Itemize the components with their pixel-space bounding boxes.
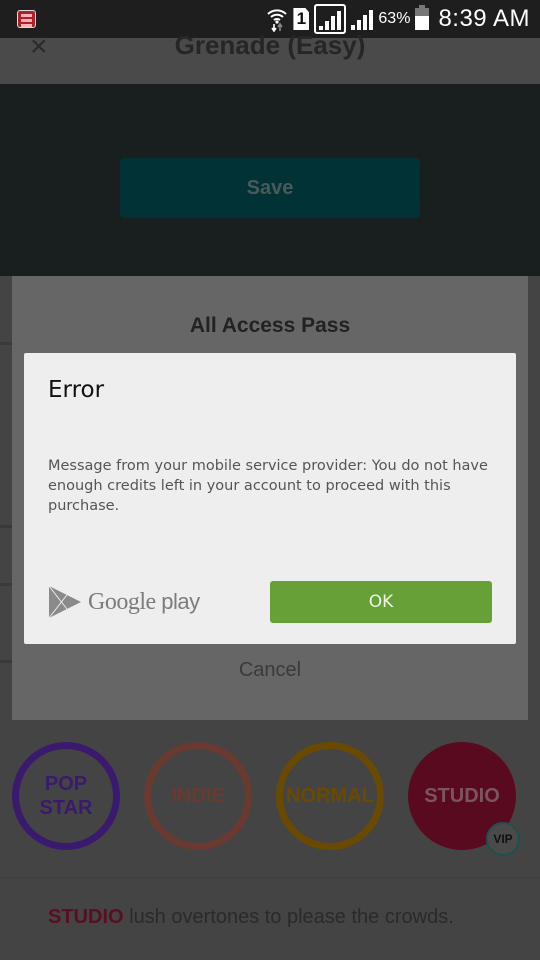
google-play-triangle-icon — [48, 585, 81, 619]
description-highlight: STUDIO — [48, 906, 124, 928]
dialog-message: Message from your mobile service provide… — [48, 458, 488, 514]
divider — [0, 583, 12, 586]
preset-label: POP — [44, 773, 88, 795]
wifi-icon — [267, 9, 288, 32]
preset-label: INDIE — [171, 785, 225, 807]
sim-1-icon: 1 — [293, 8, 310, 30]
clock: 8:39 AM — [438, 5, 530, 32]
brand-google: Google — [88, 588, 156, 615]
error-dialog: Error Message from your mobile service p… — [24, 353, 516, 644]
ok-button[interactable]: OK — [270, 581, 492, 623]
cancel-button[interactable]: Cancel — [12, 659, 528, 682]
notification-app-icon — [17, 10, 36, 28]
preset-label: STAR — [39, 797, 93, 819]
preset-description: STUDIO lush overtones to please the crow… — [48, 906, 454, 929]
divider — [0, 342, 12, 345]
signal-sim2-icon — [351, 8, 374, 30]
preset-selector: POP STAR INDIE NORMAL STUDIO — [0, 742, 540, 852]
preset-normal[interactable]: NORMAL — [276, 742, 384, 850]
save-button[interactable]: Save — [120, 158, 420, 218]
brand-play: play — [155, 588, 200, 614]
google-play-logo: Google play — [48, 585, 200, 619]
vip-badge: VIP — [486, 822, 520, 856]
dialog-title: Error — [48, 377, 105, 403]
divider — [0, 877, 540, 879]
preset-label: STUDIO — [424, 785, 500, 807]
description-text: lush overtones to please the crowds. — [123, 906, 454, 928]
preset-pop-star[interactable]: POP STAR — [12, 742, 120, 850]
battery-percent: 63% — [378, 10, 411, 27]
hero-area: Save — [0, 84, 540, 276]
preset-label: NORMAL — [286, 785, 374, 807]
app-header: × Grenade (Easy) — [0, 30, 540, 84]
page-title: Grenade (Easy) — [174, 30, 366, 60]
divider — [0, 525, 12, 528]
battery-icon — [415, 5, 430, 30]
divider — [0, 660, 12, 663]
sheet-title: All Access Pass — [189, 314, 351, 337]
preset-indie[interactable]: INDIE — [144, 742, 252, 850]
